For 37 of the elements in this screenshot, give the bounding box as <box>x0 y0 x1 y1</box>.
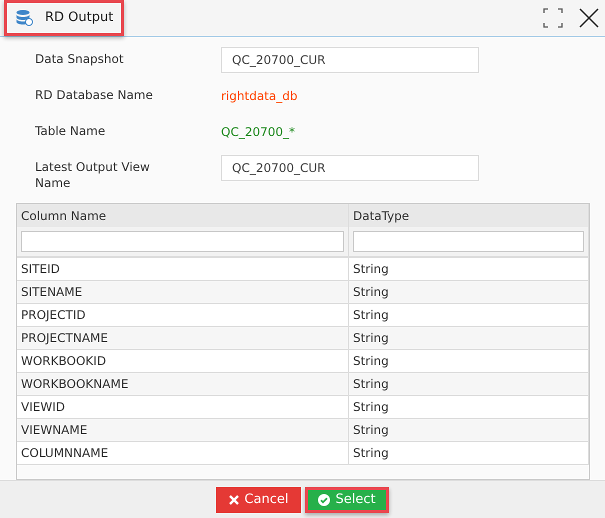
table-cell: String <box>348 303 588 326</box>
field-label: Table Name <box>35 123 106 139</box>
field-label: Latest Output View Name <box>35 159 151 191</box>
table-cell: String <box>348 326 588 349</box>
dialog-title: RD Output <box>45 9 114 28</box>
table-cell: String <box>348 418 588 441</box>
filter-field[interactable] <box>352 231 584 252</box>
table-cell: WORKBOOKID <box>17 349 348 372</box>
close-icon <box>229 494 240 504</box>
maximize-icon[interactable] <box>543 8 563 28</box>
close-icon[interactable] <box>579 8 599 28</box>
table-cell: SITENAME <box>17 280 348 303</box>
check-circle-icon <box>318 494 330 506</box>
cancel-button[interactable]: Cancel <box>216 486 302 512</box>
column-header: Column Name <box>17 204 348 227</box>
table-cell: PROJECTID <box>17 303 348 326</box>
field-label: Data Snapshot <box>35 51 125 67</box>
table-cell: String <box>348 372 588 395</box>
table-cell: WORKBOOKNAME <box>17 372 348 395</box>
input-field[interactable]: QC_20700_CUR <box>221 155 479 181</box>
filter-field[interactable] <box>21 231 344 252</box>
table-cell: String <box>348 257 588 280</box>
table-cell: String <box>348 349 588 372</box>
field-value: QC_20700_* <box>221 124 295 141</box>
table-cell: PROJECTNAME <box>17 326 348 349</box>
table-cell: VIEWNAME <box>17 418 348 441</box>
table-cell: String <box>348 280 588 303</box>
database-icon <box>15 9 33 27</box>
table-cell: COLUMNNAME <box>17 441 348 464</box>
input-field[interactable]: QC_20700_CUR <box>221 47 479 73</box>
table-cell: String <box>348 395 588 418</box>
table-cell: String <box>348 441 588 464</box>
table-cell: SITEID <box>17 257 348 280</box>
table-cell: VIEWID <box>17 395 348 418</box>
field-label: RD Database Name <box>35 87 154 103</box>
column-header: DataType <box>348 204 588 227</box>
field-value: rightdata_db <box>221 88 298 105</box>
